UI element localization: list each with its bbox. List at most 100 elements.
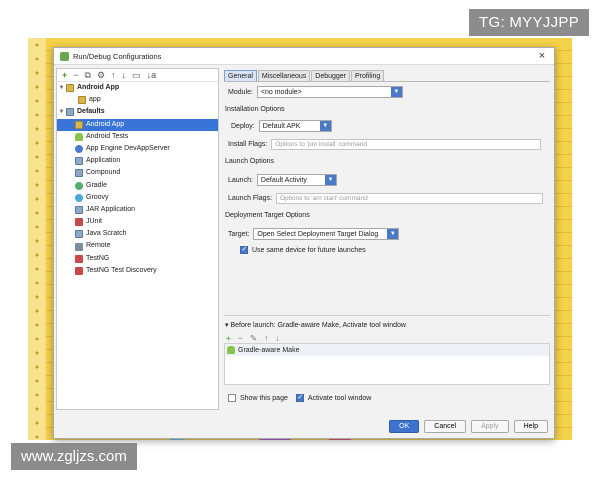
tree-item-android-tests[interactable]: Android Tests <box>57 131 218 143</box>
watermark-top: TG: MYYJJPP <box>469 9 589 36</box>
list-item[interactable]: Gradle-aware Make <box>225 344 549 356</box>
expand-arrow-icon[interactable]: ▼ <box>57 106 66 118</box>
tree-item-label: Remote <box>86 242 111 250</box>
deploy-select[interactable]: Default APK ▼ <box>258 120 332 132</box>
dropdown-arrow-icon: ▼ <box>319 121 331 131</box>
sort-icon[interactable]: ↓a <box>147 70 157 80</box>
dropdown-arrow-icon: ▼ <box>390 87 402 97</box>
jar-icon <box>75 205 83 214</box>
divider <box>224 315 550 316</box>
tree-item-label: Android Tests <box>86 132 129 140</box>
close-icon[interactable]: × <box>536 50 548 62</box>
module-select[interactable]: <no module> ▼ <box>256 86 403 98</box>
tree-item-remote[interactable]: Remote <box>57 240 218 252</box>
cancel-button[interactable]: Cancel <box>424 420 467 433</box>
folder-icon[interactable]: ▭ <box>132 70 141 81</box>
tree-item-label: Gradle <box>86 181 108 189</box>
launch-select[interactable]: Default Activity ▼ <box>256 174 337 186</box>
tree-item-compound[interactable]: Compound <box>57 167 218 179</box>
tree-item-android-app[interactable]: Android App <box>57 118 218 131</box>
gradle-make-icon <box>227 346 235 354</box>
tab-profiling[interactable]: Profiling <box>351 70 385 81</box>
tree-item-label: Compound <box>86 169 121 177</box>
dialog-title: Run/Debug Configurations <box>73 51 162 61</box>
tree-node-android-app-group[interactable]: ▼ Android App <box>57 82 218 94</box>
apply-button[interactable]: Apply <box>471 420 509 433</box>
remote-icon <box>75 242 83 251</box>
tree-item-testng-discovery[interactable]: TestNG Test Discovery <box>57 265 218 277</box>
deploy-row: Deploy: Default APK ▼ <box>231 120 332 132</box>
same-device-label: Use same device for future launches <box>252 246 366 254</box>
tree-item-java-scratch[interactable]: Java Scratch <box>57 228 218 240</box>
list-item-label: Gradle-aware Make <box>238 346 300 354</box>
tree-node-label: Android App <box>77 84 120 91</box>
settings-icon[interactable]: ⚙ <box>97 70 105 81</box>
show-page-label: Show this page <box>240 394 288 402</box>
tab-general[interactable]: General <box>224 70 257 81</box>
launch-flags-row: Launch Flags: Options to 'am start' comm… <box>228 193 543 204</box>
activate-tool-window-checkbox[interactable] <box>295 393 304 402</box>
module-label: Module: <box>228 88 253 96</box>
target-select[interactable]: Open Select Deployment Target Dialog ▼ <box>253 228 400 240</box>
notebook-holes <box>32 38 42 440</box>
copy-icon[interactable]: ⧉ <box>85 70 91 81</box>
help-button[interactable]: Help <box>513 420 548 433</box>
tab-debugger[interactable]: Debugger <box>311 70 351 81</box>
move-down-icon[interactable]: ↓ <box>122 70 127 80</box>
install-flags-input[interactable]: Options to 'pm install' command <box>271 139 542 150</box>
tree-toolbar: + − ⧉ ⚙ ↑ ↓ ▭ ↓a <box>57 69 218 82</box>
defaults-icon <box>66 108 74 117</box>
configuration-settings-panel: General Miscellaneous Debugger Profiling… <box>224 70 550 410</box>
tree-item-label: Application <box>86 157 121 165</box>
add-icon[interactable]: + <box>62 70 67 80</box>
tab-miscellaneous[interactable]: Miscellaneous <box>257 70 311 81</box>
remove-icon[interactable]: − <box>73 70 78 80</box>
launch-flags-input[interactable]: Options to 'am start' command <box>275 193 543 204</box>
android-app-icon <box>75 120 83 129</box>
before-launch-list: Gradle-aware Make <box>224 343 550 385</box>
show-page-checkbox[interactable] <box>228 394 236 402</box>
module-row: Module: <no module> ▼ <box>228 86 403 98</box>
watermark-bottom: www.zgljzs.com <box>11 443 137 470</box>
tree-item-label: App Engine DevAppServer <box>86 144 170 152</box>
app-engine-icon <box>75 145 83 154</box>
deployment-target-heading: Deployment Target Options <box>225 212 310 219</box>
general-tab-pane: Module: <no module> ▼ Installation Optio… <box>224 81 550 410</box>
tree-item-groovy[interactable]: Groovy <box>57 192 218 204</box>
tree-item-label: Android App <box>86 120 125 128</box>
compound-icon <box>75 169 83 178</box>
testng-icon <box>75 254 83 263</box>
tree-item-jar-application[interactable]: JAR Application <box>57 204 218 216</box>
launch-label: Launch: <box>228 176 253 184</box>
tree-item-testng[interactable]: TestNG <box>57 253 218 265</box>
settings-tabs: General Miscellaneous Debugger Profiling <box>224 70 550 81</box>
tree-node-app[interactable]: app <box>57 94 218 106</box>
junit-icon <box>75 218 83 227</box>
tree-node-defaults[interactable]: ▼ Defaults <box>57 106 218 118</box>
tree-item-label: TestNG <box>86 254 110 262</box>
tree-item-gradle[interactable]: Gradle <box>57 180 218 192</box>
installation-options-heading: Installation Options <box>225 106 285 113</box>
ok-button[interactable]: OK <box>389 420 420 433</box>
tree-item-label: TestNG Test Discovery <box>86 266 157 274</box>
target-label: Target: <box>228 230 250 238</box>
move-up-icon[interactable]: ↑ <box>111 70 116 80</box>
activate-tool-window-label: Activate tool window <box>307 394 372 402</box>
application-icon <box>75 157 83 166</box>
bottom-options-row: Show this page Activate tool window <box>228 393 372 402</box>
configurations-tree-panel: + − ⧉ ⚙ ↑ ↓ ▭ ↓a ▼ Android App app ▼ Def… <box>56 68 219 410</box>
tree-item-junit[interactable]: JUnit <box>57 216 218 228</box>
java-scratch-icon <box>75 230 83 239</box>
same-device-row: Use same device for future launches <box>240 245 370 254</box>
tree-item-label: Groovy <box>86 193 109 201</box>
run-debug-configurations-dialog: Run/Debug Configurations × + − ⧉ ⚙ ↑ ↓ ▭… <box>53 47 555 439</box>
launch-row: Launch: Default Activity ▼ <box>228 174 337 186</box>
tree-item-application[interactable]: Application <box>57 155 218 167</box>
before-launch-heading[interactable]: ▾ Before launch: Gradle-aware Make, Acti… <box>225 321 406 329</box>
same-device-checkbox[interactable] <box>240 245 248 254</box>
launch-value: Default Activity <box>260 176 307 184</box>
tree-node-label: Defaults <box>77 108 105 116</box>
tree-item-app-engine[interactable]: App Engine DevAppServer <box>57 143 218 155</box>
expand-arrow-icon[interactable]: ▼ <box>57 82 66 94</box>
deploy-label: Deploy: <box>231 122 255 130</box>
